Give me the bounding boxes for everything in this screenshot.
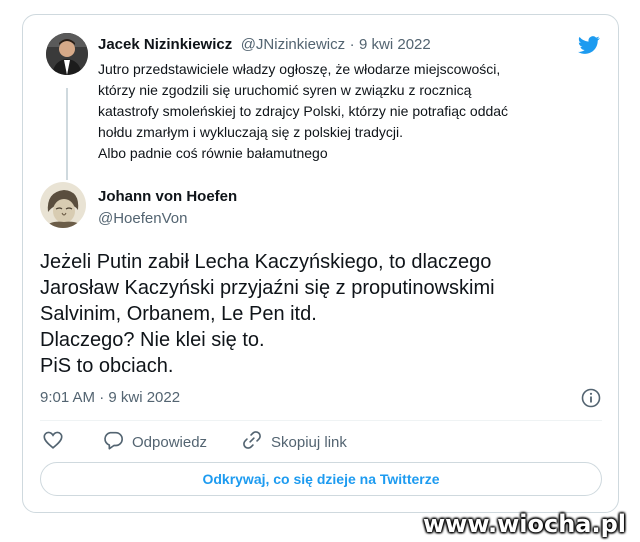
reply-author-avatar[interactable]: [40, 182, 86, 228]
thread-connector: [66, 88, 68, 180]
parent-author-handle[interactable]: @JNizinkiewicz: [241, 36, 345, 53]
parent-text-line: którzy nie zgodzili się uruchomić syren …: [98, 82, 472, 98]
parent-author-name[interactable]: Jacek Nizinkiewicz: [98, 36, 232, 53]
parent-text-line: katastrofy smoleńskiej to zdrajcy Polski…: [98, 103, 509, 119]
like-button[interactable]: [42, 429, 64, 455]
reply-text-line: Dlaczego? Nie klei się to.: [40, 329, 265, 351]
parent-date[interactable]: 9 kwi 2022: [359, 36, 431, 53]
parent-text-line: hołdu zmarłym i wykluczają się z polskie…: [98, 124, 403, 140]
twitter-bird-icon[interactable]: [576, 34, 602, 56]
reply-author-name[interactable]: Johann von Hoefen: [98, 188, 237, 205]
parent-author-avatar[interactable]: [46, 33, 88, 75]
reply-button[interactable]: Odpowiedz: [102, 429, 207, 455]
reply-timestamp[interactable]: 9:01 AM · 9 kwi 2022: [40, 389, 180, 406]
parent-header: Jacek Nizinkiewicz @JNizinkiewicz · 9 kw…: [98, 36, 431, 54]
reply-text-line: Jeżeli Putin zabił Lecha Kaczyńskiego, t…: [40, 251, 492, 273]
explore-twitter-button[interactable]: Odkrywaj, co się dzieje na Twitterze: [40, 462, 602, 496]
reply-text-line: PiS to obciach.: [40, 355, 174, 377]
explore-twitter-label: Odkrywaj, co się dzieje na Twitterze: [202, 471, 440, 487]
divider: [40, 420, 602, 421]
parent-text-line: Jutro przedstawiciele władzy ogłoszę, że…: [98, 61, 501, 77]
reply-text-line: Salvinim, Orbanem, Le Pen itd.: [40, 303, 317, 325]
copy-link-label: Skopiuj link: [271, 433, 347, 451]
link-icon: [241, 429, 263, 455]
parent-text-line: Albo padnie coś równie bałamutnego: [98, 145, 328, 161]
reply-tweet-text: Jeżeli Putin zabił Lecha Kaczyńskiego, t…: [40, 249, 600, 379]
reply-icon: [102, 429, 124, 455]
copy-link-button[interactable]: Skopiuj link: [241, 429, 347, 455]
reply-author-handle[interactable]: @HoefenVon: [98, 210, 187, 227]
watermark: www.wiocha.pl: [422, 510, 626, 538]
heart-icon: [42, 429, 64, 455]
parent-separator: ·: [349, 36, 355, 53]
reply-text-line: Jarosław Kaczyński przyjaźni się z propu…: [40, 277, 495, 299]
info-icon[interactable]: [580, 387, 602, 409]
parent-tweet-text: Jutro przedstawiciele władzy ogłoszę, że…: [98, 59, 598, 164]
reply-label: Odpowiedz: [132, 433, 208, 451]
